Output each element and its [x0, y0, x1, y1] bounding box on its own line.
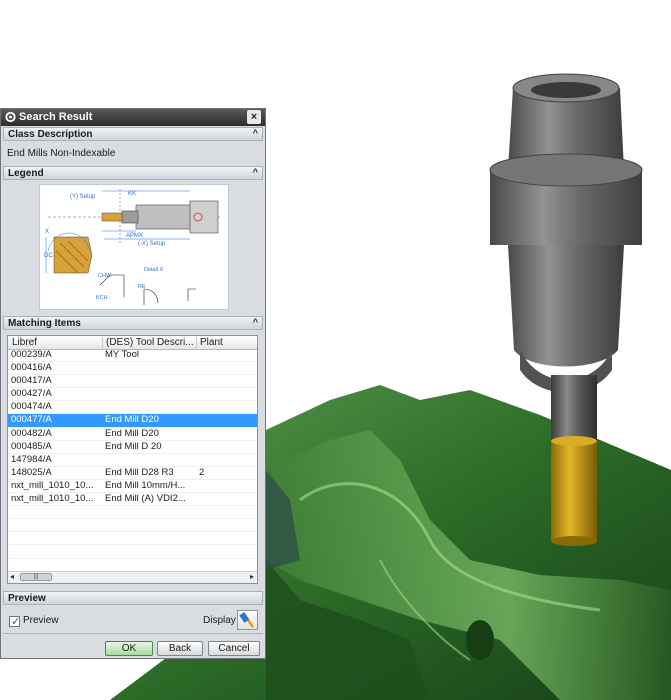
tool-legend-diagram: (Y) Setup KK APMX (-X) Setup X DC CHW KC…	[44, 189, 220, 305]
display-label: Display	[203, 615, 236, 626]
legend-detail-x-label: Detail X	[144, 267, 164, 273]
tool-shank	[551, 375, 597, 441]
description-cell: End Mill D 20	[105, 440, 162, 452]
legend-title: Legend	[8, 168, 44, 179]
collapse-icon[interactable]: ^	[253, 317, 258, 327]
ok-button[interactable]: OK	[105, 641, 153, 656]
libref-cell: 000239/A	[11, 349, 52, 360]
checkmark-icon: ✓	[11, 616, 21, 628]
table-row[interactable]: 000474/A	[8, 401, 257, 415]
dialog-titlebar: Search Result ×	[1, 109, 265, 126]
table-row[interactable]: nxt_mill_1010_10... End Mill 10mm/H...	[8, 479, 257, 494]
table-row[interactable]: 000427/A	[8, 388, 257, 402]
legend-dc-label: DC	[44, 253, 53, 259]
table-row[interactable]: 148025/A End Mill D28 R3 2	[8, 467, 257, 480]
column-header-plant[interactable]: Plant	[200, 337, 223, 348]
collapse-icon[interactable]: ^	[253, 167, 258, 177]
display-button[interactable]	[237, 610, 258, 630]
gear-icon[interactable]	[4, 110, 17, 124]
legend-kk-label: KK	[128, 191, 136, 197]
libref-cell: 000417/A	[11, 375, 52, 387]
button-separator	[3, 633, 263, 634]
table-row[interactable]: 000416/A	[8, 362, 257, 376]
close-icon[interactable]: ×	[247, 110, 261, 124]
matching-items-header[interactable]: Matching Items ^	[3, 316, 263, 330]
description-cell: End Mill 10mm/H...	[105, 479, 186, 491]
libref-cell: 000474/A	[11, 401, 52, 413]
scroll-thumb[interactable]: |||	[20, 573, 52, 581]
back-button[interactable]: Back	[157, 641, 203, 656]
table-row[interactable]: 000485/A End Mill D 20	[8, 441, 257, 454]
search-result-dialog: Search Result × Class Description ^ End …	[0, 108, 266, 659]
legend-chw-label: CHW	[98, 273, 112, 279]
legend-y-setup-label: (Y) Setup	[70, 194, 96, 200]
preview-header[interactable]: Preview	[3, 591, 263, 605]
libref-cell: nxt_mill_1010_10...	[11, 479, 94, 491]
description-cell: End Mill (A) VDI2...	[105, 493, 186, 505]
legend-kch-label: KCH	[96, 295, 108, 301]
table-row[interactable]: 000417/A	[8, 375, 257, 389]
table-row[interactable]	[8, 519, 257, 533]
legend-image: (Y) Setup KK APMX (-X) Setup X DC CHW KC…	[39, 184, 229, 310]
table-row[interactable]: 000477/A End Mill D20	[8, 414, 257, 428]
description-cell: End Mill D28 R3	[105, 466, 174, 478]
table-row[interactable]: nxt_mill_1010_10... End Mill (A) VDI2...	[8, 493, 257, 507]
libref-cell: 000477/A	[11, 414, 52, 426]
libref-cell: 148025/A	[11, 466, 52, 478]
libref-cell: nxt_mill_1010_10...	[11, 493, 94, 505]
cancel-button[interactable]: Cancel	[208, 641, 260, 656]
preview-section-title: Preview	[8, 593, 46, 604]
tool-holder	[489, 73, 643, 393]
table-row[interactable]	[8, 559, 257, 572]
preview-checkbox[interactable]: ✓	[9, 616, 21, 628]
libref-cell: 000482/A	[11, 427, 52, 439]
class-description-value: End Mills Non-Indexable	[7, 148, 116, 159]
legend-header[interactable]: Legend ^	[3, 166, 263, 180]
display-tool-icon	[239, 612, 254, 628]
preview-label: Preview	[23, 615, 59, 626]
libref-cell: 000427/A	[11, 388, 52, 400]
matching-items-title: Matching Items	[8, 318, 81, 329]
libref-cell: 147984/A	[11, 453, 52, 465]
table-row[interactable]: 000482/A End Mill D20	[8, 428, 257, 441]
scroll-left-icon[interactable]: ◂	[10, 572, 14, 581]
column-header-description[interactable]: (DES) Tool Descri...	[106, 337, 194, 348]
libref-cell: 000416/A	[11, 362, 52, 374]
description-cell: End Mill D20	[105, 427, 159, 439]
class-description-header[interactable]: Class Description ^	[3, 127, 263, 141]
table-row[interactable]: 000239/A MY Tool	[8, 349, 257, 363]
scroll-right-icon[interactable]: ▸	[250, 572, 254, 581]
legend-x-setup-label: (-X) Setup	[138, 241, 166, 247]
plant-cell: 2	[199, 466, 205, 478]
description-cell: MY Tool	[105, 349, 139, 360]
tool-cutter	[551, 436, 597, 546]
collapse-icon[interactable]: ^	[253, 128, 258, 138]
table-row[interactable]: 147984/A	[8, 454, 257, 467]
matching-items-table[interactable]: Libref (DES) Tool Descri... Plant 000239…	[7, 335, 258, 584]
table-header: Libref (DES) Tool Descri... Plant	[8, 336, 257, 350]
table-row[interactable]	[8, 545, 257, 559]
description-cell: End Mill D20	[105, 414, 159, 426]
dialog-title: Search Result	[19, 111, 93, 123]
legend-x-label: X	[45, 229, 49, 235]
table-row[interactable]	[8, 506, 257, 520]
table-row[interactable]	[8, 532, 257, 546]
legend-apmx-label: APMX	[126, 233, 143, 239]
column-header-libref[interactable]: Libref	[12, 337, 37, 348]
libref-cell: 000485/A	[11, 440, 52, 452]
horizontal-scrollbar[interactable]: ◂ ||| ▸	[8, 571, 257, 583]
table-body: 000239/A MY Tool 000416/A 000417/A 000427/A 0…	[8, 349, 257, 583]
class-description-title: Class Description	[8, 129, 93, 140]
